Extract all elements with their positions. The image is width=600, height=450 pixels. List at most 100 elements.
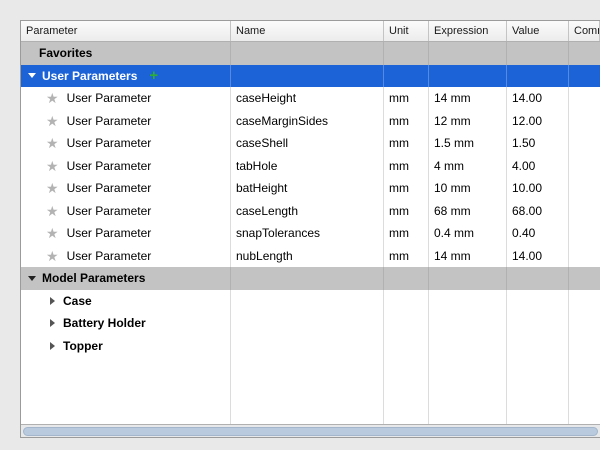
empty-cell xyxy=(507,65,569,88)
param-row-snapTolerances[interactable]: ★ User Parameter snapTolerances mm 0.4 m… xyxy=(21,222,600,245)
group-label: Model Parameters xyxy=(42,271,145,285)
param-unit-cell: mm xyxy=(384,245,429,268)
group-row-favorites[interactable]: Favorites xyxy=(21,42,600,65)
param-type-cell: ★ User Parameter xyxy=(21,132,231,155)
col-header-parameter[interactable]: Parameter xyxy=(21,21,231,41)
empty-cell xyxy=(231,335,384,358)
col-header-unit[interactable]: Unit xyxy=(384,21,429,41)
row-type-label: User Parameter xyxy=(67,159,152,173)
param-value-cell: 0.40 xyxy=(507,222,569,245)
col-header-name[interactable]: Name xyxy=(231,21,384,41)
param-comment-cell[interactable] xyxy=(569,245,600,268)
empty-cell xyxy=(21,357,231,424)
empty-cell xyxy=(231,312,384,335)
group-row-user-parameters[interactable]: User Parameters + xyxy=(21,65,600,88)
param-comment-cell[interactable] xyxy=(569,87,600,110)
favorite-star-icon[interactable]: ★ xyxy=(46,249,59,263)
expand-arrow-icon[interactable] xyxy=(50,342,55,350)
empty-cell xyxy=(231,65,384,88)
group-label: Favorites xyxy=(39,46,92,60)
subgroup-row-battery-holder[interactable]: Battery Holder xyxy=(21,312,600,335)
empty-cell xyxy=(231,357,384,424)
favorite-star-icon[interactable]: ★ xyxy=(46,226,59,240)
subgroup-row-topper[interactable]: Topper xyxy=(21,335,600,358)
col-header-value[interactable]: Value xyxy=(507,21,569,41)
parameters-dialog: { "colors": { "selection_blue": "#1b63d6… xyxy=(0,0,600,450)
param-comment-cell[interactable] xyxy=(569,155,600,178)
param-value-cell: 14.00 xyxy=(507,87,569,110)
param-type-cell: ★ User Parameter xyxy=(21,177,231,200)
group-row-model-parameters[interactable]: Model Parameters xyxy=(21,267,600,290)
param-expression-cell[interactable]: 4 mm xyxy=(429,155,507,178)
param-expression-cell[interactable]: 0.4 mm xyxy=(429,222,507,245)
subgroup-cell: Battery Holder xyxy=(21,312,231,335)
group-cell: User Parameters + xyxy=(21,65,231,88)
param-row-caseMarginSides[interactable]: ★ User Parameter caseMarginSides mm 12 m… xyxy=(21,110,600,133)
empty-cell xyxy=(507,290,569,313)
param-name-cell[interactable]: tabHole xyxy=(231,155,384,178)
horizontal-scrollbar-thumb[interactable] xyxy=(23,427,598,436)
favorite-star-icon[interactable]: ★ xyxy=(46,181,59,195)
favorite-star-icon[interactable]: ★ xyxy=(46,136,59,150)
param-comment-cell[interactable] xyxy=(569,200,600,223)
param-expression-cell[interactable]: 12 mm xyxy=(429,110,507,133)
param-name-cell[interactable]: nubLength xyxy=(231,245,384,268)
horizontal-scrollbar[interactable] xyxy=(21,424,600,437)
param-unit-cell: mm xyxy=(384,222,429,245)
favorite-star-icon[interactable]: ★ xyxy=(46,114,59,128)
param-value-cell: 12.00 xyxy=(507,110,569,133)
param-name-cell[interactable]: caseHeight xyxy=(231,87,384,110)
empty-cell xyxy=(384,335,429,358)
subgroup-label: Battery Holder xyxy=(63,316,146,330)
row-type-label: User Parameter xyxy=(67,226,152,240)
col-header-expression[interactable]: Expression xyxy=(429,21,507,41)
param-expression-cell[interactable]: 1.5 mm xyxy=(429,132,507,155)
param-comment-cell[interactable] xyxy=(569,177,600,200)
group-cell: Favorites xyxy=(21,42,231,65)
empty-cell xyxy=(569,42,600,65)
param-name-cell[interactable]: caseLength xyxy=(231,200,384,223)
empty-cell xyxy=(429,65,507,88)
favorite-star-icon[interactable]: ★ xyxy=(46,91,59,105)
param-row-tabHole[interactable]: ★ User Parameter tabHole mm 4 mm 4.00 xyxy=(21,155,600,178)
param-comment-cell[interactable] xyxy=(569,132,600,155)
param-unit-cell: mm xyxy=(384,177,429,200)
add-parameter-icon[interactable]: + xyxy=(149,68,158,83)
param-comment-cell[interactable] xyxy=(569,110,600,133)
param-expression-cell[interactable]: 14 mm xyxy=(429,87,507,110)
empty-cell xyxy=(384,357,429,424)
collapse-arrow-icon[interactable] xyxy=(28,276,36,281)
expand-arrow-icon[interactable] xyxy=(50,319,55,327)
param-expression-cell[interactable]: 14 mm xyxy=(429,245,507,268)
param-name-cell[interactable]: caseMarginSides xyxy=(231,110,384,133)
subgroup-label: Case xyxy=(63,294,92,308)
param-row-caseLength[interactable]: ★ User Parameter caseLength mm 68 mm 68.… xyxy=(21,200,600,223)
param-row-nubLength[interactable]: ★ User Parameter nubLength mm 14 mm 14.0… xyxy=(21,245,600,268)
param-expression-cell[interactable]: 10 mm xyxy=(429,177,507,200)
group-label: User Parameters xyxy=(42,69,137,83)
favorite-star-icon[interactable]: ★ xyxy=(46,204,59,218)
subgroup-row-case[interactable]: Case xyxy=(21,290,600,313)
col-header-comments[interactable]: Comments xyxy=(569,21,600,41)
row-type-label: User Parameter xyxy=(67,114,152,128)
param-name-cell[interactable]: batHeight xyxy=(231,177,384,200)
param-row-caseShell[interactable]: ★ User Parameter caseShell mm 1.5 mm 1.5… xyxy=(21,132,600,155)
param-unit-cell: mm xyxy=(384,132,429,155)
empty-cell xyxy=(429,357,507,424)
param-row-batHeight[interactable]: ★ User Parameter batHeight mm 10 mm 10.0… xyxy=(21,177,600,200)
expand-arrow-icon[interactable] xyxy=(50,297,55,305)
empty-cell xyxy=(231,42,384,65)
param-name-cell[interactable]: snapTolerances xyxy=(231,222,384,245)
empty-cell xyxy=(507,267,569,290)
param-name-cell[interactable]: caseShell xyxy=(231,132,384,155)
subgroup-label: Topper xyxy=(63,339,103,353)
collapse-arrow-icon[interactable] xyxy=(28,73,36,78)
table-empty-area xyxy=(21,357,600,424)
favorite-star-icon[interactable]: ★ xyxy=(46,159,59,173)
empty-cell xyxy=(429,312,507,335)
empty-cell xyxy=(569,335,600,358)
param-comment-cell[interactable] xyxy=(569,222,600,245)
empty-cell xyxy=(507,312,569,335)
param-expression-cell[interactable]: 68 mm xyxy=(429,200,507,223)
param-row-caseHeight[interactable]: ★ User Parameter caseHeight mm 14 mm 14.… xyxy=(21,87,600,110)
